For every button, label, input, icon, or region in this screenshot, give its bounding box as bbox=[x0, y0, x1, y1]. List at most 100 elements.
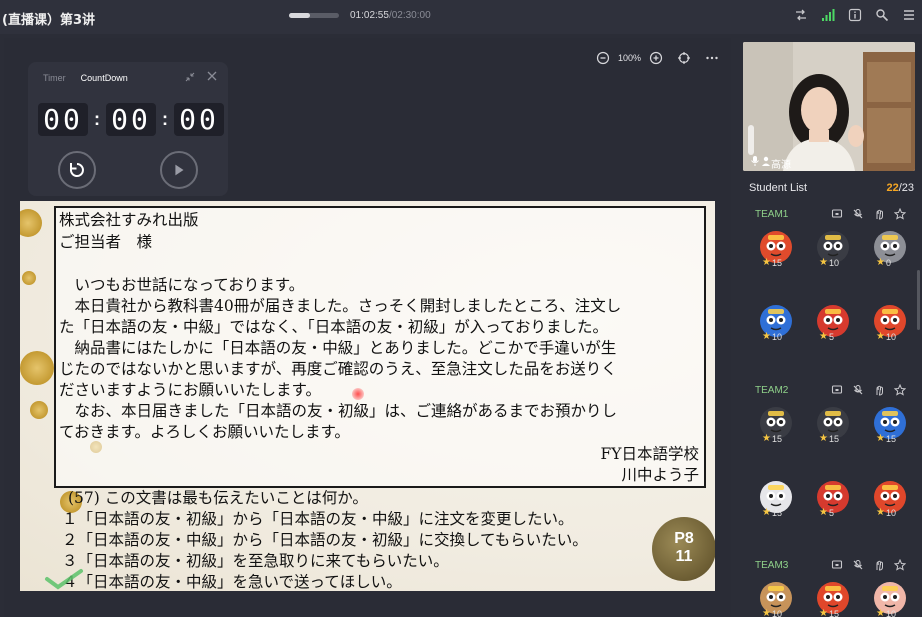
student-score: ★ 10 bbox=[876, 507, 896, 518]
hours-display[interactable]: 00 bbox=[38, 103, 88, 136]
answer-option[interactable]: ２「日本語の友・中級」から「日本語の友・初級」に交換してもらいたい。 bbox=[62, 530, 588, 552]
time-separator: : bbox=[162, 109, 168, 129]
student-tile[interactable]: ★ 10 bbox=[874, 481, 906, 525]
star-award-icon[interactable] bbox=[894, 559, 906, 571]
student-tile[interactable]: ★ 10 bbox=[874, 582, 906, 617]
star-icon: ★ bbox=[819, 433, 828, 444]
star-icon: ★ bbox=[762, 507, 771, 518]
star-icon: ★ bbox=[819, 507, 828, 518]
lesson-title: (直播课）第3讲 bbox=[2, 13, 95, 28]
seconds-display[interactable]: 00 bbox=[174, 103, 224, 136]
screen-share-icon[interactable] bbox=[831, 559, 843, 571]
minutes-display[interactable]: 00 bbox=[106, 103, 156, 136]
signature-name: 川中よう子 bbox=[621, 466, 699, 484]
score-value: 10 bbox=[885, 608, 896, 617]
student-score: ★ 15 bbox=[762, 507, 782, 518]
play-button[interactable] bbox=[160, 151, 198, 189]
signal-icon[interactable] bbox=[821, 8, 835, 22]
answer-option[interactable]: ３「日本語の友・初級」を至急取りに来てもらいたい。 bbox=[62, 551, 449, 573]
star-award-icon[interactable] bbox=[894, 208, 906, 220]
student-tile[interactable]: ★ 15 bbox=[817, 407, 849, 451]
team-actions bbox=[831, 208, 906, 220]
mute-icon[interactable] bbox=[852, 559, 864, 571]
student-score: ★ 15 bbox=[819, 433, 839, 444]
student-grid: ★ 15 ★ 10 ★ 0 ★ 10 ★ 5 ★ 10 bbox=[760, 231, 906, 349]
score-value: 15 bbox=[828, 608, 839, 617]
zoom-controls: 100% bbox=[596, 51, 719, 65]
student-tile[interactable]: ★ 0 bbox=[874, 231, 906, 275]
student-score: ★ 5 bbox=[819, 507, 834, 518]
mute-icon[interactable] bbox=[852, 208, 864, 220]
screen-share-icon[interactable] bbox=[831, 208, 843, 220]
reset-button[interactable] bbox=[58, 151, 96, 189]
page-badge-line2: 11 bbox=[675, 548, 693, 565]
info-icon[interactable] bbox=[848, 8, 862, 22]
countdown-timer-panel: Timer CountDown 00 : 00 : 00 bbox=[28, 62, 228, 196]
fit-screen-icon[interactable] bbox=[677, 51, 691, 65]
tab-timer[interactable]: Timer bbox=[43, 73, 66, 83]
student-tile[interactable]: ★ 15 bbox=[874, 407, 906, 451]
score-value: 10 bbox=[771, 331, 782, 342]
letter-line: た「日本語の友・中級」ではなく、「日本語の友・初級」が入っておりました。 bbox=[59, 318, 609, 336]
elapsed-time: 01:02:55 bbox=[350, 10, 389, 21]
pointer-cursor-icon bbox=[352, 388, 364, 400]
teacher-video[interactable]: 高源 bbox=[743, 42, 915, 171]
student-tile[interactable]: ★ 15 bbox=[760, 481, 792, 525]
gold-leaf-decoration bbox=[30, 401, 48, 419]
star-icon: ★ bbox=[819, 608, 828, 617]
close-icon[interactable] bbox=[206, 70, 218, 82]
teacher-name: 高源 bbox=[771, 160, 791, 171]
lesson-slide: 株式会社すみれ出版 ご担当者 様 いつもお世話になっております。 本日貴社から教… bbox=[20, 201, 715, 591]
more-options-icon[interactable] bbox=[705, 51, 719, 65]
letter-line: 株式会社すみれ出版 bbox=[59, 211, 199, 229]
student-score: ★ 10 bbox=[876, 331, 896, 342]
student-score: ★ 15 bbox=[876, 433, 896, 444]
letter-line: 納品書にはたしかに「日本語の友・中級」とありました。どこかで手違いが生 bbox=[59, 339, 617, 357]
student-score: ★ 10 bbox=[819, 257, 839, 268]
zoom-in-icon[interactable] bbox=[649, 51, 663, 65]
hand-raise-icon[interactable] bbox=[873, 208, 885, 220]
hand-raise-icon[interactable] bbox=[873, 559, 885, 571]
top-icon-group bbox=[794, 8, 916, 22]
tab-countdown[interactable]: CountDown bbox=[81, 73, 128, 83]
layout-switch-icon[interactable] bbox=[794, 8, 808, 22]
star-icon: ★ bbox=[819, 331, 828, 342]
settings-icon[interactable] bbox=[875, 8, 889, 22]
playback-progress-bar[interactable] bbox=[289, 13, 339, 18]
student-tile[interactable]: ★ 15 bbox=[760, 407, 792, 451]
team-header: TEAM1 bbox=[755, 209, 789, 220]
star-icon: ★ bbox=[876, 608, 885, 617]
mute-icon[interactable] bbox=[852, 384, 864, 396]
teacher-icon bbox=[762, 156, 770, 166]
letter-line: ださいますようにお願いいたします。 bbox=[59, 381, 321, 399]
letter-line: 本日貴社から教科書40冊が届きました。さっそく開封しましたところ、注文し bbox=[59, 297, 622, 315]
zoom-out-icon[interactable] bbox=[596, 51, 610, 65]
answer-option[interactable]: １「日本語の友・初級」から「日本語の友・中級」に注文を変更したい。 bbox=[62, 509, 574, 531]
student-tile[interactable]: ★ 5 bbox=[817, 481, 849, 525]
sidebar-scrollbar[interactable] bbox=[917, 270, 920, 330]
star-award-icon[interactable] bbox=[894, 384, 906, 396]
student-score: ★ 15 bbox=[819, 608, 839, 617]
student-tile[interactable]: ★ 10 bbox=[760, 305, 792, 349]
collapse-icon[interactable] bbox=[184, 71, 196, 83]
student-tile[interactable]: ★ 10 bbox=[817, 231, 849, 275]
team-actions bbox=[831, 384, 906, 396]
menu-icon[interactable] bbox=[902, 8, 916, 22]
student-tile[interactable]: ★ 15 bbox=[760, 231, 792, 275]
star-icon: ★ bbox=[876, 257, 885, 268]
microphone-icon bbox=[751, 156, 759, 166]
score-value: 5 bbox=[828, 507, 834, 518]
student-tile[interactable]: ★ 10 bbox=[874, 305, 906, 349]
hand-raise-icon[interactable] bbox=[873, 384, 885, 396]
gold-leaf-decoration bbox=[22, 271, 36, 285]
star-icon: ★ bbox=[762, 331, 771, 342]
letter-line: ておきます。よろしくお願いいたします。 bbox=[59, 423, 350, 441]
student-tile[interactable]: ★ 5 bbox=[817, 305, 849, 349]
student-tile[interactable]: ★ 15 bbox=[817, 582, 849, 617]
screen-share-icon[interactable] bbox=[831, 384, 843, 396]
student-tile[interactable]: ★ 10 bbox=[760, 582, 792, 617]
page-badge-line1: P8 bbox=[674, 530, 694, 547]
answer-option[interactable]: ４「日本語の友・中級」を急いで送ってほしい。 bbox=[62, 572, 402, 591]
score-value: 5 bbox=[828, 331, 834, 342]
student-score: ★ 10 bbox=[762, 331, 782, 342]
